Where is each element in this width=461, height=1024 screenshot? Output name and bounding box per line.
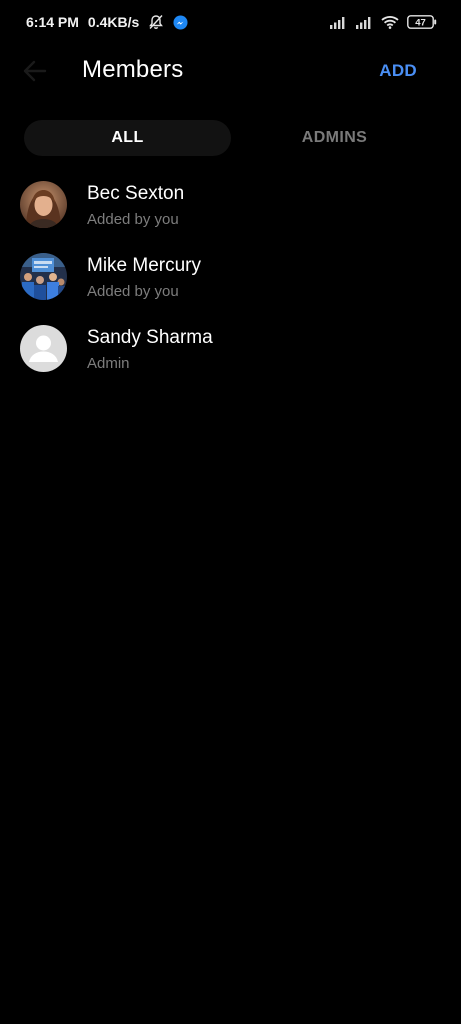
- member-subtitle: Added by you: [87, 211, 179, 228]
- signal-icon: [355, 16, 373, 29]
- member-list: Bec Sexton Added by you Mike Mercury Add…: [0, 170, 461, 386]
- mute-bell-icon: [148, 14, 164, 30]
- member-name: Bec Sexton: [87, 183, 185, 204]
- tab-bar: ALL ADMINS: [24, 120, 438, 156]
- member-name: Sandy Sharma: [87, 327, 213, 348]
- network-speed: 0.4KB/s: [87, 14, 140, 30]
- member-row[interactable]: Mike Mercury Added by you: [0, 242, 461, 314]
- messenger-icon: [173, 14, 188, 30]
- tab-admins[interactable]: ADMINS: [231, 120, 438, 156]
- member-row[interactable]: Bec Sexton Added by you: [0, 170, 461, 242]
- back-button[interactable]: [20, 58, 50, 84]
- default-person-icon: [20, 325, 67, 372]
- members-screen: 6:14 PM 0.4KB/s 47 Members ADD ALL ADMIN…: [0, 0, 461, 1024]
- avatar: [20, 181, 67, 228]
- avatar: [20, 325, 67, 372]
- status-bar-right: 47: [329, 15, 437, 29]
- avatar: [20, 253, 67, 300]
- battery-level: 47: [415, 18, 426, 29]
- status-bar: 6:14 PM 0.4KB/s 47: [0, 0, 461, 44]
- member-row[interactable]: Sandy Sharma Admin: [0, 314, 461, 386]
- member-name: Mike Mercury: [87, 255, 202, 276]
- signal-icon: [329, 16, 347, 29]
- member-subtitle: Added by you: [87, 283, 179, 300]
- back-arrow-icon: [23, 60, 47, 82]
- page-title: Members: [82, 56, 184, 83]
- header: Members ADD: [0, 48, 461, 94]
- add-button[interactable]: ADD: [379, 61, 417, 81]
- wifi-icon: [381, 15, 399, 29]
- status-bar-left: 6:14 PM 0.4KB/s: [26, 14, 188, 30]
- status-time: 6:14 PM: [26, 14, 79, 30]
- member-subtitle: Admin: [87, 355, 130, 372]
- battery-icon: 47: [407, 15, 437, 29]
- tab-all[interactable]: ALL: [24, 120, 231, 156]
